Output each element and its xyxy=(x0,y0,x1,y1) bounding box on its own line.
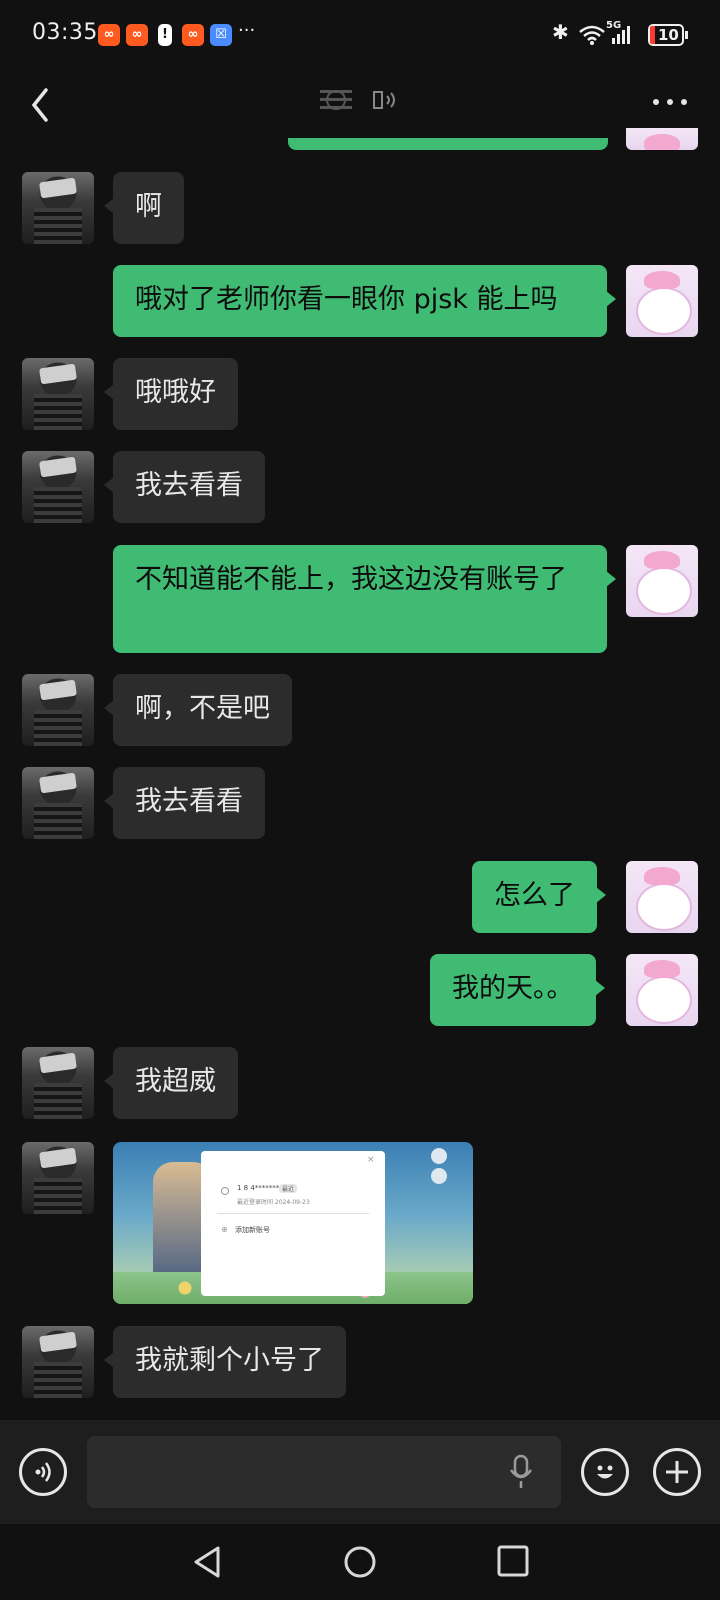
signal-icon xyxy=(612,26,630,44)
account-radio-icon[interactable] xyxy=(221,1187,229,1195)
message-bubble[interactable]: 啊，不是吧 xyxy=(104,674,292,746)
message-text: 我去看看 xyxy=(135,786,243,817)
message-bubble[interactable]: 不知道能不能上，我这边没有账号了 xyxy=(113,545,616,653)
alert-icon: ! xyxy=(158,24,172,46)
last-login: 最近登录时间 2024-09-23 xyxy=(237,1199,310,1206)
contact-avatar[interactable] xyxy=(22,451,94,523)
contact-avatar[interactable] xyxy=(22,1047,94,1119)
more-notifications-icon: ··· xyxy=(238,20,256,41)
plus-icon xyxy=(666,1461,688,1483)
bluetooth-icon: ✱ xyxy=(552,20,569,44)
message-bubble[interactable]: 哦对了老师你看一眼你 pjsk 能上吗 xyxy=(113,265,616,337)
message-bubble[interactable]: 我超威 xyxy=(104,1047,238,1119)
status-bar: 03:35 ∞ ∞ ! ∞ ☒ ··· ✱ 5G 10 xyxy=(0,0,720,70)
message-text: 我就剩个小号了 xyxy=(135,1345,324,1376)
game-settings-icon xyxy=(431,1168,447,1184)
message-bubble[interactable]: 哦哦好 xyxy=(104,358,238,430)
message-text: 哦哦好 xyxy=(135,377,216,408)
system-back-icon[interactable] xyxy=(190,1544,224,1580)
message-input[interactable] xyxy=(87,1436,561,1508)
contact-avatar[interactable] xyxy=(22,1326,94,1398)
contact-avatar[interactable] xyxy=(22,1142,94,1214)
smiley-icon xyxy=(597,1465,613,1479)
divider xyxy=(217,1213,369,1214)
message-text: 怎么了 xyxy=(494,880,575,911)
close-icon[interactable]: × xyxy=(367,1155,375,1165)
app-badge-icon: ∞ xyxy=(98,24,120,46)
battery-level xyxy=(650,26,655,44)
message-bubble[interactable]: 我的天。。 xyxy=(430,954,604,1026)
message-text: 我超威 xyxy=(135,1066,216,1097)
wifi-icon xyxy=(579,25,605,45)
app-badge-icon: ∞ xyxy=(182,24,204,46)
message-bubble[interactable]: 怎么了 xyxy=(472,861,606,933)
message-text: 哦对了老师你看一眼你 pjsk 能上吗 xyxy=(135,284,558,315)
message-bubble[interactable]: 我就剩个小号了 xyxy=(104,1326,346,1398)
message-text: 啊，不是吧 xyxy=(135,693,270,724)
contact-avatar[interactable] xyxy=(22,767,94,839)
contact-avatar[interactable] xyxy=(22,674,94,746)
voice-icon xyxy=(35,1462,51,1482)
my-avatar[interactable] xyxy=(626,265,698,337)
more-actions-button[interactable] xyxy=(653,1448,701,1496)
input-bar xyxy=(0,1420,720,1524)
status-time: 03:35 xyxy=(32,20,98,45)
emoji-button[interactable] xyxy=(581,1448,629,1496)
contact-avatar[interactable] xyxy=(22,358,94,430)
account-dialog: × 1 8 4*******5 1 最近 最近登录时间 2024-09-23 ⊕… xyxy=(201,1151,385,1296)
app-badge-icon: ∞ xyxy=(126,24,148,46)
my-avatar[interactable] xyxy=(626,128,698,150)
voice-toggle-button[interactable] xyxy=(19,1448,67,1496)
add-icon: ⊕ xyxy=(221,1225,228,1234)
battery-percent: 10 xyxy=(658,26,679,44)
more-options-button[interactable] xyxy=(648,84,692,120)
battery-icon: 10 xyxy=(648,24,684,46)
my-avatar[interactable] xyxy=(626,545,698,617)
back-button[interactable] xyxy=(22,80,62,130)
message-text: 不知道能不能上，我这边没有账号了 xyxy=(135,564,567,595)
my-avatar[interactable] xyxy=(626,954,698,1026)
message-bubble[interactable]: 啊 xyxy=(104,172,184,244)
system-navigation-bar xyxy=(0,1524,720,1600)
system-home-icon[interactable] xyxy=(342,1544,378,1580)
game-menu-icon xyxy=(431,1148,447,1164)
add-account-link[interactable]: 添加新账号 xyxy=(235,1225,270,1235)
message-bubble[interactable]: 我去看看 xyxy=(104,767,265,839)
message-text: 我去看看 xyxy=(135,470,243,501)
previous-message-bubble[interactable] xyxy=(288,138,608,150)
battery-tip xyxy=(685,31,688,39)
shield-app-icon: ☒ xyxy=(210,24,232,46)
blurred-title xyxy=(318,84,356,118)
my-avatar[interactable] xyxy=(626,861,698,933)
message-text: 啊 xyxy=(135,191,162,222)
message-bubble[interactable]: 我去看看 xyxy=(104,451,265,523)
system-recents-icon[interactable] xyxy=(496,1544,530,1578)
microphone-icon[interactable] xyxy=(509,1454,533,1490)
message-text: 我的天。。 xyxy=(452,973,574,1004)
recent-badge: 最近 xyxy=(279,1184,298,1193)
contact-avatar[interactable] xyxy=(22,172,94,244)
speaker-icon xyxy=(373,91,395,109)
chat-header xyxy=(0,70,720,140)
image-message[interactable]: × 1 8 4*******5 1 最近 最近登录时间 2024-09-23 ⊕… xyxy=(113,1142,473,1304)
